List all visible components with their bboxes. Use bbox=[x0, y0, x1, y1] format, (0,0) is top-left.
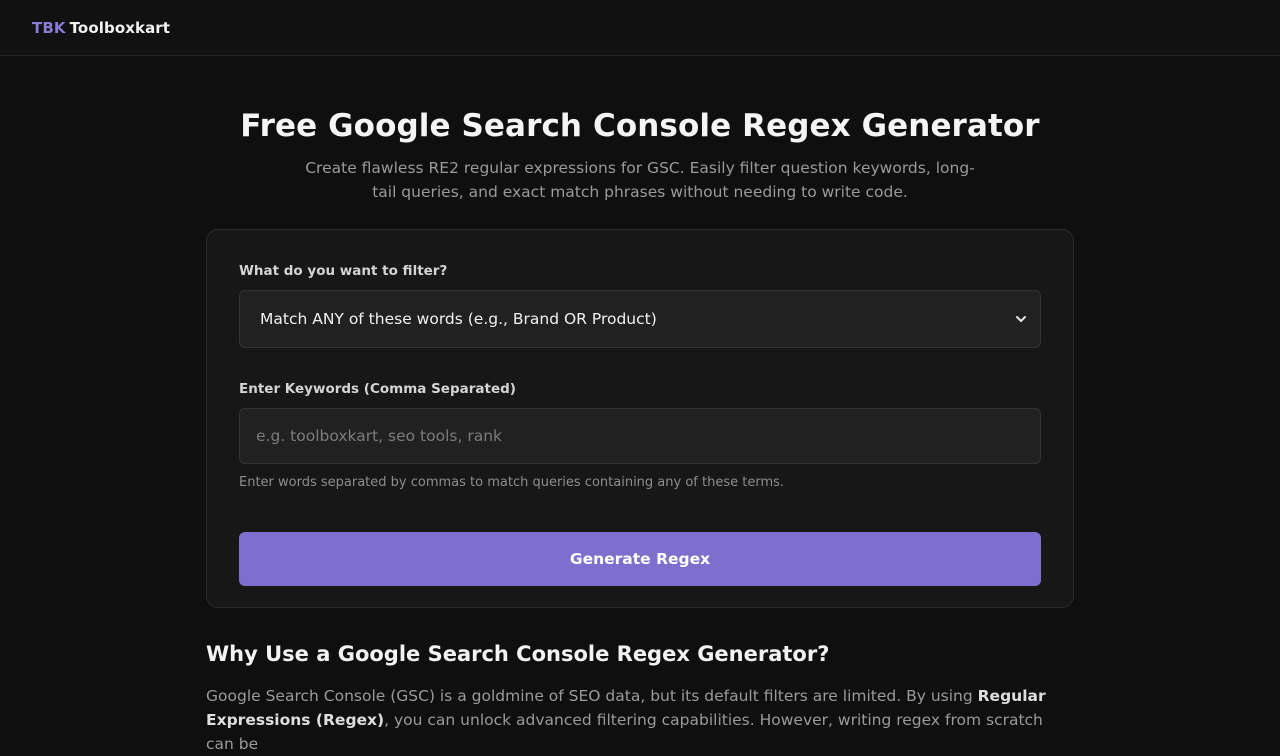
filter-type-selected-value: Match ANY of these words (e.g., Brand OR… bbox=[260, 310, 657, 328]
brand-logo-link[interactable]: TBK Toolboxkart bbox=[32, 19, 170, 37]
page-title: Free Google Search Console Regex Generat… bbox=[240, 108, 1040, 144]
keywords-input[interactable] bbox=[239, 408, 1041, 464]
paragraph-text-start: Google Search Console (GSC) is a goldmin… bbox=[206, 687, 978, 705]
page-subtitle: Create flawless RE2 regular expressions … bbox=[305, 159, 975, 201]
chevron-down-icon bbox=[1016, 316, 1026, 322]
hero-section: Free Google Search Console Regex Generat… bbox=[0, 108, 1280, 204]
filter-type-label: What do you want to filter? bbox=[239, 263, 448, 279]
keywords-hint: Enter words separated by commas to match… bbox=[239, 475, 785, 490]
generate-regex-button[interactable]: Generate Regex bbox=[239, 532, 1041, 586]
brand-name: Toolboxkart bbox=[69, 18, 171, 37]
filter-type-select[interactable]: Match ANY of these words (e.g., Brand OR… bbox=[239, 290, 1041, 348]
keywords-label: Enter Keywords (Comma Separated) bbox=[239, 381, 516, 397]
top-navbar: TBK Toolboxkart bbox=[0, 0, 1280, 56]
section-heading: Why Use a Google Search Console Regex Ge… bbox=[206, 642, 830, 666]
regex-generator-card: What do you want to filter? Match ANY of… bbox=[206, 229, 1074, 608]
why-use-section: Why Use a Google Search Console Regex Ge… bbox=[206, 640, 1074, 756]
section-paragraph: Google Search Console (GSC) is a goldmin… bbox=[206, 684, 1074, 756]
brand-short: TBK bbox=[32, 18, 66, 37]
